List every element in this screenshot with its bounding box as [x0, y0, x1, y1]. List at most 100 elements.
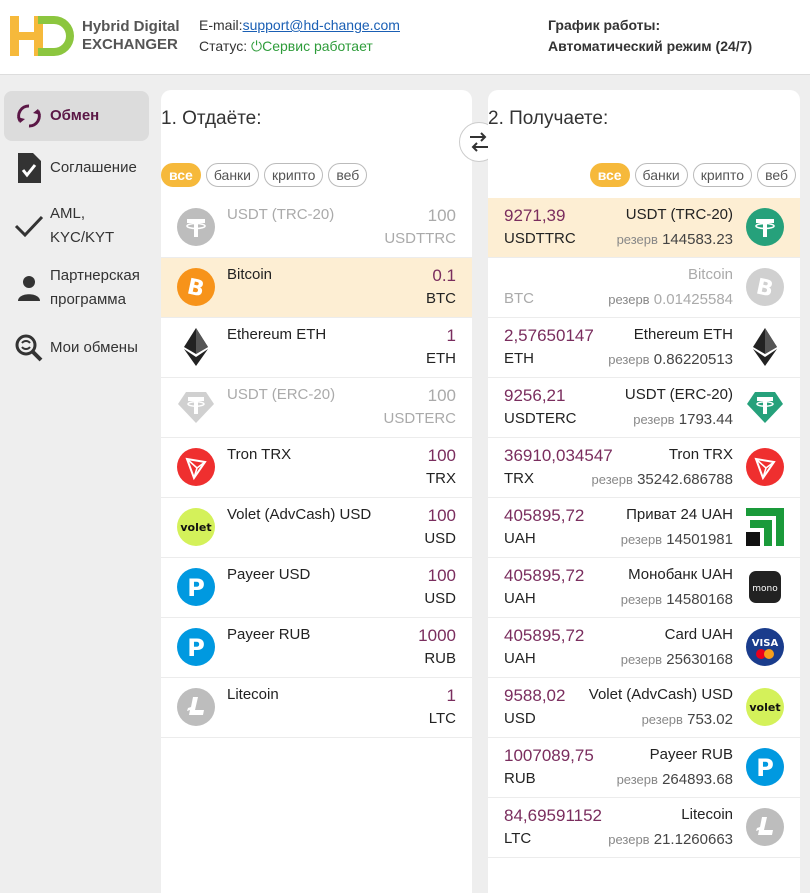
reserve-label: резерв: [608, 352, 650, 367]
tether-erc-icon: [177, 388, 215, 426]
volet-icon: volet: [177, 508, 215, 546]
currency-code: UAH: [504, 650, 536, 667]
amount: 84,69591152: [504, 806, 603, 825]
sidebar-item-agreement[interactable]: Соглашение: [4, 145, 149, 191]
bitcoin-icon: B: [177, 268, 215, 306]
filter-web[interactable]: веб: [757, 163, 796, 187]
receive-row[interactable]: 9588,02 Volet (AdvCash) USD USD резерв 753.…: [488, 678, 800, 738]
currency-name: Litecoin: [227, 686, 279, 703]
give-row[interactable]: volet Volet (AdvCash) USD 100 USD: [161, 498, 472, 558]
currency-name: Payeer USD: [227, 566, 311, 583]
amount: 100: [427, 506, 456, 525]
currency-code: TRX: [504, 470, 534, 487]
email-link[interactable]: support@hd-change.com: [243, 17, 400, 33]
amount: 0.1: [432, 266, 456, 285]
reserve-label: резерв: [616, 232, 658, 247]
receive-row[interactable]: 36910,034547 Tron TRX TRX резерв 35242.6867…: [488, 438, 800, 498]
reserve-value: 144583.23: [662, 231, 733, 248]
currency-name: Приват 24 UAH: [626, 506, 733, 523]
currency-code: ETH: [426, 350, 456, 367]
reserve: резерв 753.02: [642, 711, 733, 728]
tether-erc-icon: [746, 388, 784, 426]
amount: 100: [427, 566, 456, 585]
currency-name: Tron TRX: [227, 446, 292, 463]
filter-banks[interactable]: банки: [634, 163, 688, 187]
status-label: Статус:: [199, 38, 248, 54]
person-icon: [12, 274, 46, 302]
receive-list: 9271,39 USDT (TRC-20) USDTTRC резерв 144583…: [488, 198, 800, 858]
bitcoin-icon: B: [746, 268, 784, 306]
reserve: резерв 0.86220513: [608, 351, 733, 368]
give-row[interactable]: Tron TRX 100 TRX: [161, 438, 472, 498]
filter-all[interactable]: все: [589, 163, 630, 187]
ethereum-icon: [177, 328, 215, 366]
status-value: Сервис работает: [262, 38, 373, 54]
give-row[interactable]: USDT (TRC-20) 100 USDTTRC: [161, 198, 472, 258]
currency-name: USDT (TRC-20): [227, 206, 335, 223]
currency-code: USD: [424, 530, 456, 547]
give-row[interactable]: USDT (ERC-20) 100 USDTERC: [161, 378, 472, 438]
sidebar-item-my-exchanges[interactable]: Мои обмены: [4, 331, 149, 365]
give-row[interactable]: P Payeer RUB 1000 RUB: [161, 618, 472, 678]
receive-row[interactable]: 405895,72 Монобанк UAH UAH резерв 14580168 m…: [488, 558, 800, 618]
give-row[interactable]: P Payeer USD 100 USD: [161, 558, 472, 618]
filter-all[interactable]: все: [161, 163, 201, 187]
receive-row[interactable]: 2,57650147 Ethereum ETH ETH резерв 0.862205…: [488, 318, 800, 378]
give-row[interactable]: B Bitcoin 0.1 BTC: [161, 258, 472, 318]
privat24-icon: [746, 508, 784, 546]
reserve-label: резерв: [620, 652, 663, 667]
logo[interactable]: Hybrid Digital EXCHANGER: [10, 14, 180, 58]
currency-name: USDT (TRC-20): [625, 206, 733, 223]
currency-code: LTC: [504, 830, 532, 847]
tether-icon: [177, 208, 215, 246]
svg-text:mono: mono: [752, 584, 778, 594]
amount: 405895,72: [504, 566, 585, 585]
logo-line2: EXCHANGER: [82, 36, 178, 53]
power-icon: ⏻: [251, 38, 263, 54]
amount: 2,57650147: [504, 326, 594, 345]
sidebar-item-label: Мои обмены: [50, 339, 138, 356]
receive-row[interactable]: Bitcoin BTC резерв 0.01425584 B: [488, 258, 800, 318]
sidebar-item-partner[interactable]: Партнерская программа: [4, 263, 149, 313]
svg-text:P: P: [756, 754, 774, 782]
give-panel: 1. Отдаёте: все банки крипто веб USDT (T…: [161, 90, 472, 893]
currency-name: Ethereum ETH: [633, 326, 733, 343]
reserve: резерв 0.01425584: [608, 291, 733, 308]
give-row[interactable]: Litecoin 1 LTC: [161, 678, 472, 738]
filter-banks[interactable]: банки: [205, 163, 260, 187]
currency-name: USDT (ERC-20): [227, 386, 336, 403]
sidebar-item-label: AML,: [50, 205, 86, 222]
sidebar-item-label: Соглашение: [50, 159, 137, 176]
amount: 100: [427, 446, 456, 465]
currency-code: UAH: [504, 590, 536, 607]
filter-web[interactable]: веб: [328, 163, 368, 187]
schedule-value: Автоматический режим (24/7): [548, 38, 753, 54]
receive-row[interactable]: 9271,39 USDT (TRC-20) USDTTRC резерв 144583…: [488, 198, 800, 258]
reserve-value: 14501981: [666, 531, 733, 548]
sidebar-item-aml[interactable]: AML, KYC/KYT: [4, 201, 149, 251]
reserve-value: 21.1260663: [653, 831, 733, 848]
filter-crypto[interactable]: крипто: [264, 163, 324, 187]
reserve: резерв 25630168: [621, 651, 733, 668]
schedule-title: График работы:: [548, 17, 661, 33]
reserve-label: резерв: [641, 712, 683, 727]
currency-name: USDT (ERC-20): [624, 386, 733, 403]
receive-row[interactable]: 9256,21 USDT (ERC-20) USDTERC резерв 1793.4…: [488, 378, 800, 438]
search-history-icon: [12, 333, 46, 363]
visa-mastercard-icon: VISA: [746, 628, 784, 666]
currency-code: USDTERC: [504, 410, 577, 427]
receive-row[interactable]: 405895,72 Приват 24 UAH UAH резерв 14501981: [488, 498, 800, 558]
currency-name: Volet (AdvCash) USD: [227, 506, 372, 523]
svg-text:VISA: VISA: [752, 638, 779, 649]
receive-row[interactable]: 84,69591152 Litecoin LTC резерв 21.1260663: [488, 798, 800, 858]
receive-row[interactable]: 1007089,75 Payeer RUB RUB резерв 264893.68 P: [488, 738, 800, 798]
amount: 36910,034547: [504, 446, 613, 465]
filter-crypto[interactable]: крипто: [692, 163, 753, 187]
give-row[interactable]: Ethereum ETH 1 ETH: [161, 318, 472, 378]
give-filters: все банки крипто веб: [161, 163, 368, 187]
sidebar-item-exchange[interactable]: Обмен: [4, 91, 149, 141]
reserve-label: резерв: [608, 832, 650, 847]
receive-row[interactable]: 405895,72 Card UAH UAH резерв 25630168 VISA: [488, 618, 800, 678]
currency-name: Монобанк UAH: [628, 566, 733, 583]
contact-info: E-mail:support@hd-change.com Статус: ⏻Се…: [199, 15, 400, 57]
